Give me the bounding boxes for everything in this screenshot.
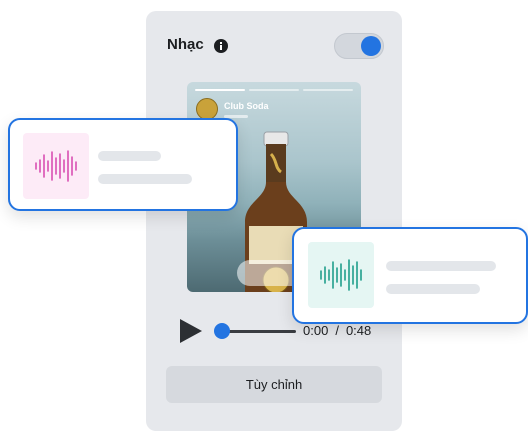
story-progress-segment [303,89,353,91]
story-progress-segment [195,89,245,91]
duration: 0:48 [345,323,372,338]
play-icon[interactable] [178,317,204,345]
account-name: Club Soda [224,101,269,111]
track-thumbnail [308,242,374,308]
track-artist-placeholder [386,284,480,294]
music-settings-panel: Nhạc Club Soda 0:00 / 0:48 Tùy chỉnh [146,11,402,431]
account-avatar [196,98,218,120]
audio-waveform-icon [35,150,77,182]
music-toggle[interactable] [334,33,384,59]
time-separator: / [335,323,339,338]
story-progress-segment [249,89,299,91]
info-icon[interactable] [214,39,228,53]
track-artist-placeholder [98,174,192,184]
track-title-placeholder [386,261,496,271]
track-card[interactable] [8,118,238,211]
audio-waveform-icon [320,259,362,291]
track-thumbnail [23,133,89,199]
playback-time: 0:00 / 0:48 [303,323,371,338]
track-title-placeholder [98,151,161,161]
toggle-knob [361,36,381,56]
current-time: 0:00 [303,323,329,338]
seek-track[interactable] [224,330,296,333]
music-title: Nhạc [167,36,204,53]
customize-button[interactable]: Tùy chỉnh [166,366,382,403]
seek-handle[interactable] [214,323,230,339]
track-card[interactable] [292,227,528,324]
